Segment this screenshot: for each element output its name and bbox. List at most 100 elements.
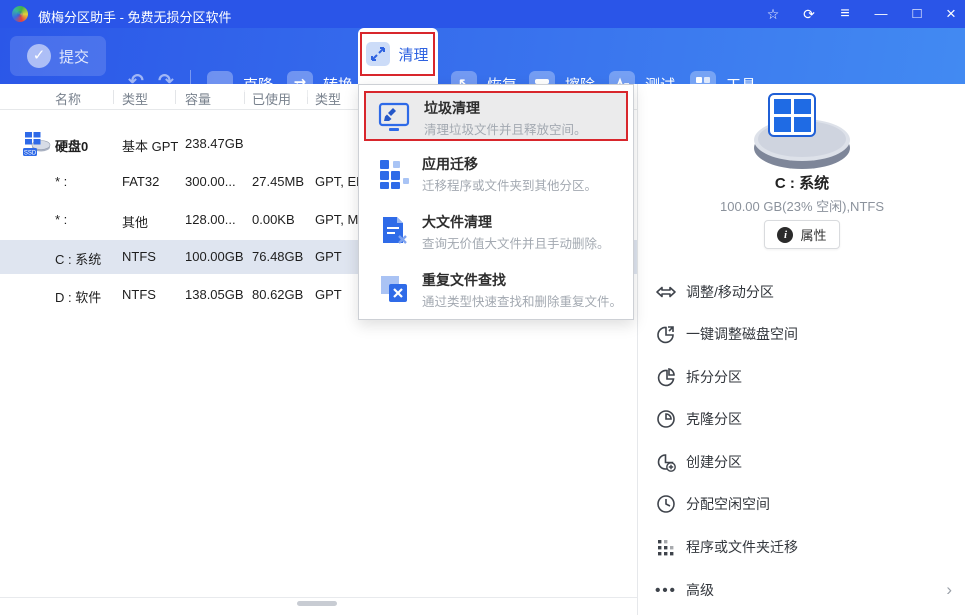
menu-icon[interactable]: ≡ [828, 0, 862, 28]
convert-icon: ⇄ [287, 71, 313, 97]
clone-label: 克隆 [243, 74, 273, 95]
col-name[interactable]: 名称 [55, 89, 81, 108]
cell-ptype: GPT, EF [315, 174, 364, 189]
menu-item-app-mover[interactable]: 应用迁移 迁移程序或文件夹到其他分区。 [364, 147, 628, 201]
large-file-cleanup-icon [377, 214, 411, 248]
action-label: 分配空闲空间 [686, 494, 770, 514]
partition-assistant-window: 傲梅分区助手 - 免费无损分区软件 ☆ ⟳ ≡ — □ × ✓ 提交 ↶ ↷ →… [0, 0, 965, 615]
action-label: 拆分分区 [686, 367, 742, 387]
partition-3d-icon [736, 90, 868, 179]
cell-name: 硬盘0 [55, 136, 88, 155]
cell-fs: 基本 GPT [122, 136, 178, 155]
cell-capacity: 138.05GB [185, 287, 244, 302]
action-label: 程序或文件夹迁移 [686, 537, 798, 557]
toolbar-divider [190, 70, 191, 98]
bottom-divider [0, 597, 637, 598]
cleanup-button-panel: 清理 [358, 28, 438, 84]
header-separator [113, 90, 114, 104]
cell-ptype: GPT, M [315, 212, 358, 227]
selected-partition-name: C : 系统 [638, 172, 965, 193]
action-clone-partition[interactable]: 克隆分区 [638, 398, 965, 440]
menu-item-title: 重复文件查找 [422, 270, 506, 290]
junk-cleanup-icon [377, 100, 411, 134]
cell-capacity: 300.00... [185, 174, 236, 189]
clone-partition-icon [655, 408, 677, 430]
test-label: 测试 [645, 74, 675, 95]
cell-ptype: GPT [315, 287, 342, 302]
cell-ptype: GPT [315, 249, 342, 264]
cleanup-dropdown-menu: 垃圾清理 清理垃圾文件并且释放空间。 应用迁移 迁移程序或文件夹到其他分区。 大… [358, 84, 634, 320]
menu-item-title: 垃圾清理 [424, 98, 480, 118]
menu-item-desc: 通过类型快速查找和删除重复文件。 [422, 291, 622, 310]
action-app-mover[interactable]: 程序或文件夹迁移 [638, 526, 965, 568]
cell-used: 27.45MB [252, 174, 304, 189]
cell-fs: NTFS [122, 249, 156, 264]
action-one-key-adjust[interactable]: 一键调整磁盘空间 [638, 313, 965, 355]
menu-item-desc: 迁移程序或文件夹到其他分区。 [422, 175, 597, 194]
selected-partition-info: 100.00 GB(23% 空闲),NTFS [638, 196, 965, 215]
submit-button[interactable]: ✓ 提交 [10, 36, 106, 76]
clone-button[interactable]: → 克隆 [207, 71, 273, 97]
app-mover-icon [655, 536, 677, 558]
menu-item-desc: 清理垃圾文件并且释放空间。 [424, 119, 587, 138]
refresh-icon[interactable]: ⟳ [792, 0, 826, 28]
resize-move-icon [655, 281, 677, 303]
clone-icon: → [207, 71, 233, 97]
split-partition-icon [655, 366, 677, 388]
action-label: 克隆分区 [686, 409, 742, 429]
menu-item-title: 应用迁移 [422, 154, 478, 174]
chevron-right-icon: › [946, 580, 952, 600]
cell-used: 76.48GB [252, 249, 303, 264]
header-separator [175, 90, 176, 104]
ssd-disk-icon: SSD [22, 130, 52, 163]
check-icon: ✓ [27, 44, 51, 68]
cell-capacity: 100.00GB [185, 249, 244, 264]
cell-capacity: 238.47GB [185, 136, 244, 151]
undo-icon[interactable]: ↶ [128, 72, 144, 92]
action-advanced[interactable]: ••• 高级 › [638, 569, 965, 611]
cell-fs: NTFS [122, 287, 156, 302]
advanced-icon: ••• [655, 579, 677, 601]
action-label: 创建分区 [686, 452, 742, 472]
app-title: 傲梅分区助手 - 免费无损分区软件 [38, 7, 232, 26]
convert-button[interactable]: ⇄ 转换 [287, 71, 353, 97]
action-allocate-free-space[interactable]: 分配空闲空间 [638, 483, 965, 525]
tools-icon [690, 71, 716, 97]
duplicate-finder-icon [377, 272, 411, 306]
cell-fs: FAT32 [122, 174, 159, 189]
cell-used: 80.62GB [252, 287, 303, 302]
cleanup-button[interactable]: 清理 [360, 32, 435, 76]
menu-item-title: 大文件清理 [422, 212, 492, 232]
title-bar: 傲梅分区助手 - 免费无损分区软件 ☆ ⟳ ≡ — □ × [0, 0, 965, 28]
action-create-partition[interactable]: 创建分区 [638, 441, 965, 483]
menu-item-junk-cleanup[interactable]: 垃圾清理 清理垃圾文件并且释放空间。 [364, 91, 628, 141]
close-button[interactable]: × [934, 0, 965, 28]
action-label: 调整/移动分区 [686, 282, 774, 302]
action-resize-move[interactable]: 调整/移动分区 [638, 271, 965, 313]
minimize-button[interactable]: — [864, 0, 898, 28]
cleanup-label: 清理 [398, 44, 428, 65]
properties-label: 属性 [800, 225, 826, 244]
favorite-icon[interactable]: ☆ [756, 0, 790, 28]
properties-button[interactable]: i 属性 [764, 220, 840, 249]
cell-fs: 其他 [122, 212, 148, 231]
side-panel: C : 系统 100.00 GB(23% 空闲),NTFS i 属性 调整/移动… [637, 84, 965, 615]
cleanup-icon [366, 42, 390, 66]
horizontal-scrollbar[interactable] [297, 601, 337, 606]
menu-item-large-file-cleanup[interactable]: 大文件清理 查询无价值大文件并且手动删除。 [364, 205, 628, 259]
cell-name: D : 软件 [55, 287, 101, 306]
app-mover-menu-icon [377, 156, 411, 190]
submit-label: 提交 [59, 46, 89, 67]
one-key-adjust-icon [655, 323, 677, 345]
cell-name: C : 系统 [55, 249, 101, 268]
cell-used: 0.00KB [252, 212, 295, 227]
action-label: 一键调整磁盘空间 [686, 324, 798, 344]
redo-icon[interactable]: ↷ [158, 72, 174, 92]
allocate-free-space-icon [655, 493, 677, 515]
menu-item-desc: 查询无价值大文件并且手动删除。 [422, 233, 610, 252]
menu-item-duplicate-finder[interactable]: 重复文件查找 通过类型快速查找和删除重复文件。 [364, 263, 628, 317]
action-split-partition[interactable]: 拆分分区 [638, 356, 965, 398]
tools-label: 工具 [726, 74, 756, 95]
maximize-button[interactable]: □ [900, 0, 934, 28]
tools-button[interactable]: 工具 [690, 71, 756, 97]
